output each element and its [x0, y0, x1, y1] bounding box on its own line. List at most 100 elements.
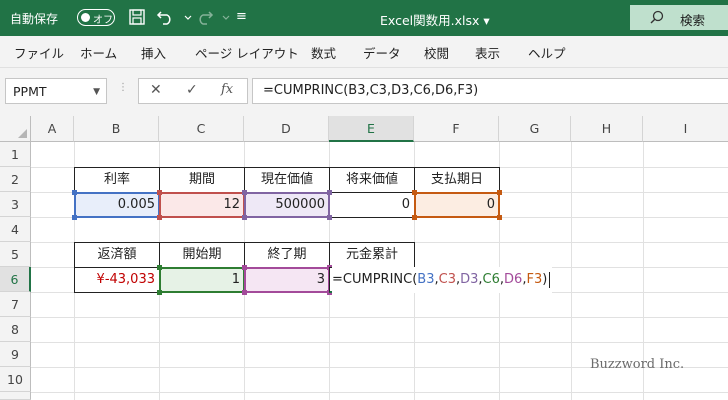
cell-b2[interactable]: 利率 — [74, 167, 160, 193]
row-header-1[interactable]: 1 — [0, 142, 31, 167]
resize-handle[interactable] — [157, 265, 162, 270]
select-all-icon — [18, 129, 27, 138]
row-header-6[interactable]: 6 — [0, 267, 31, 292]
tab-insert[interactable]: 挿入 — [141, 43, 166, 62]
formula-prefix: =CUMPRINC( — [332, 272, 418, 287]
cell-c2[interactable]: 期間 — [159, 167, 245, 193]
cell-e2[interactable]: 将来価値 — [329, 167, 415, 193]
toggle-state: オフ — [93, 15, 113, 26]
column-header-i[interactable]: I — [643, 116, 728, 142]
cell-d5[interactable]: 終了期 — [244, 242, 330, 268]
formula-bar: PPMT ▼ ⋮ ✕ ✓ fx =CUMPRINC(B3,C3,D3,C6,D6… — [0, 68, 728, 116]
row-header-8[interactable]: 8 — [0, 317, 31, 342]
row-header-11[interactable]: 11 — [0, 392, 31, 400]
formula-buttons: ✕ ✓ fx — [138, 78, 248, 104]
tab-data[interactable]: データ — [363, 43, 401, 62]
tab-help[interactable]: ヘルプ — [528, 43, 566, 62]
document-title[interactable]: Excel関数用.xlsx ▾ — [380, 10, 490, 29]
tab-view[interactable]: 表示 — [475, 43, 500, 62]
resize-handle[interactable] — [242, 290, 247, 295]
gridline — [31, 317, 728, 318]
row-header-10[interactable]: 10 — [0, 367, 31, 392]
redo-dropdown-icon[interactable] — [216, 7, 230, 27]
enter-icon[interactable]: ✓ — [186, 82, 198, 98]
row-header-2[interactable]: 2 — [0, 167, 31, 192]
tab-review[interactable]: 校閲 — [424, 43, 449, 62]
resize-handle[interactable] — [497, 215, 502, 220]
row-header-7[interactable]: 7 — [0, 292, 31, 317]
resize-handle[interactable] — [157, 190, 162, 195]
row-header-4[interactable]: 4 — [0, 217, 31, 242]
cell-c5[interactable]: 開始期 — [159, 242, 245, 268]
tab-formulas[interactable]: 数式 — [311, 43, 336, 62]
reference-highlight-b3 — [72, 190, 162, 220]
redo-icon[interactable] — [195, 7, 215, 27]
cell-d2[interactable]: 現在価値 — [244, 167, 330, 193]
resize-handle[interactable] — [497, 190, 502, 195]
cancel-icon[interactable]: ✕ — [150, 82, 162, 98]
cell-edit-formula[interactable]: =CUMPRINC(B3,C3,D3,C6,D6,F3) — [332, 267, 553, 293]
reference-highlight-f3 — [412, 190, 502, 220]
cell-e5[interactable]: 元金累計 — [329, 242, 415, 268]
resize-handle[interactable] — [242, 215, 247, 220]
column-header-a[interactable]: A — [31, 116, 74, 142]
tab-page-layout[interactable]: ページ レイアウト — [195, 43, 299, 62]
resize-handle[interactable] — [327, 215, 332, 220]
autosave-toggle[interactable]: オフ — [77, 9, 115, 26]
title-bar: 自動保存 オフ ≡ Excel関数用.xlsx ▾ 検索 — [0, 0, 728, 36]
column-header-b[interactable]: B — [74, 116, 159, 142]
gridline — [31, 392, 728, 393]
resize-handle[interactable] — [242, 190, 247, 195]
formula-ref-d3: D3 — [460, 272, 479, 287]
select-all-button[interactable] — [0, 116, 31, 142]
column-header-g[interactable]: G — [499, 116, 571, 142]
resize-handle[interactable] — [242, 265, 247, 270]
search-label: 検索 — [680, 13, 706, 28]
name-box[interactable]: PPMT ▼ — [5, 78, 107, 104]
reference-highlight-c3 — [157, 190, 247, 220]
row-header-3[interactable]: 3 — [0, 192, 31, 217]
undo-icon[interactable] — [155, 7, 175, 27]
undo-dropdown-icon[interactable] — [178, 7, 192, 27]
resize-handle[interactable] — [157, 290, 162, 295]
filename-text: Excel関数用.xlsx — [380, 13, 480, 28]
ribbon-tabs: ファイル ホーム 挿入 ページ レイアウト 数式 データ 校閲 表示 ヘルプ — [0, 36, 728, 68]
search-box[interactable]: 検索 — [630, 5, 728, 30]
insert-function-icon[interactable]: fx — [221, 82, 233, 97]
column-header-h[interactable]: H — [571, 116, 643, 142]
formula-input[interactable]: =CUMPRINC(B3,C3,D3,C6,D6,F3) — [252, 78, 728, 104]
cell-e3[interactable]: 0 — [329, 192, 415, 218]
tab-file[interactable]: ファイル — [14, 43, 64, 62]
text-cursor — [549, 271, 551, 288]
customize-qat-icon[interactable]: ≡ — [236, 9, 250, 29]
tab-home[interactable]: ホーム — [80, 43, 117, 62]
formula-suffix: ) — [542, 272, 548, 287]
column-header-e[interactable]: E — [329, 116, 414, 142]
column-header-d[interactable]: D — [244, 116, 329, 142]
search-icon — [650, 10, 664, 24]
resize-handle-icon[interactable]: ⋮ — [118, 82, 128, 93]
column-header-c[interactable]: C — [159, 116, 244, 142]
reference-highlight-d6 — [242, 265, 332, 295]
cell-f2[interactable]: 支払期日 — [414, 167, 500, 193]
formula-text: =CUMPRINC(B3,C3,D3,C6,D6,F3) — [263, 83, 479, 98]
resize-handle[interactable] — [157, 215, 162, 220]
cell-b5[interactable]: 返済額 — [74, 242, 160, 268]
formula-ref-f3: F3 — [526, 272, 543, 287]
chevron-down-icon[interactable]: ▼ — [93, 87, 100, 97]
save-icon[interactable] — [127, 7, 147, 27]
resize-handle[interactable] — [412, 215, 417, 220]
formula-ref-d6: D6 — [504, 272, 523, 287]
reference-highlight-c6 — [157, 265, 247, 295]
cell-b6[interactable]: ¥-43,033 — [74, 267, 160, 293]
column-header-f[interactable]: F — [414, 116, 499, 142]
formula-ref-b3: B3 — [417, 272, 435, 287]
resize-handle[interactable] — [72, 190, 77, 195]
row-header-5[interactable]: 5 — [0, 242, 31, 267]
filename-dropdown-icon: ▾ — [483, 13, 490, 28]
resize-handle[interactable] — [412, 190, 417, 195]
gridline — [571, 142, 572, 400]
resize-handle[interactable] — [72, 215, 77, 220]
resize-handle[interactable] — [327, 190, 332, 195]
row-header-9[interactable]: 9 — [0, 342, 31, 367]
